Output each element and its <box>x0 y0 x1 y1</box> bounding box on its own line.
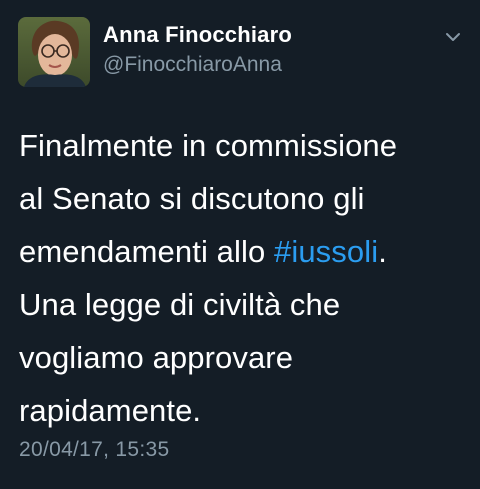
tweet-text-line: Una legge di civiltà che <box>19 287 341 322</box>
tweet-text-line: vogliamo approvare <box>19 340 294 375</box>
hashtag-link[interactable]: #iussoli <box>274 234 378 269</box>
tweet-text-line: Finalmente in commissione <box>19 128 398 163</box>
avatar-image <box>18 17 90 87</box>
tweet-text-fragment: emendamenti allo <box>19 234 275 269</box>
chevron-down-icon[interactable] <box>440 26 466 48</box>
tweet-card: Anna Finocchiaro @FinocchiaroAnna Finalm… <box>0 0 480 489</box>
tweet-text: Finalmente in commissione al Senato si d… <box>19 119 469 437</box>
author-display-name[interactable]: Anna Finocchiaro <box>103 22 292 48</box>
tweet-timestamp[interactable]: 20/04/17, 15:35 <box>19 438 169 462</box>
tweet-text-fragment: . <box>378 234 387 269</box>
tweet-text-line: rapidamente. <box>19 393 202 428</box>
avatar[interactable] <box>18 17 90 87</box>
tweet-text-line: al Senato si discutono gli <box>19 181 365 216</box>
author-handle[interactable]: @FinocchiaroAnna <box>103 53 282 77</box>
tweet-text-line: emendamenti allo #iussoli. <box>19 225 469 278</box>
